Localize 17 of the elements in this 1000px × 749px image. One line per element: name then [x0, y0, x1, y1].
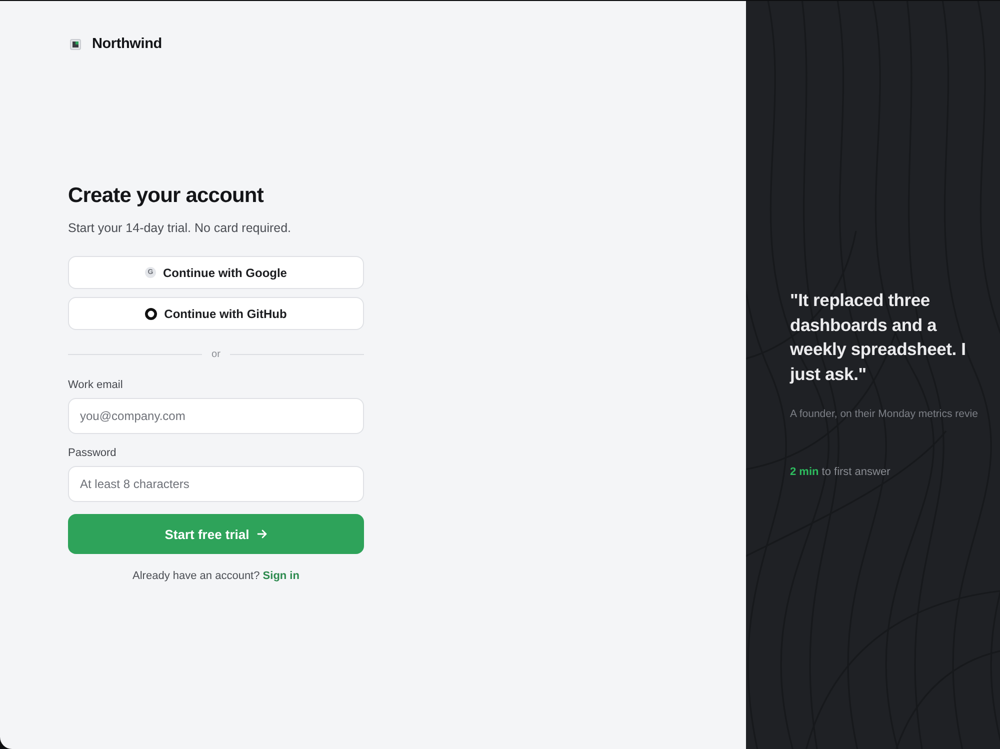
form-title: Create your account — [68, 183, 264, 209]
signin-prompt: Already have an account? Sign in — [132, 570, 300, 582]
divider-label: or — [212, 348, 220, 360]
brand-name: Northwind — [92, 36, 162, 52]
field-label: Work email — [68, 379, 123, 391]
field-label: Password — [68, 447, 116, 459]
input-field[interactable]: At least 8 characters — [68, 466, 364, 502]
input-field[interactable]: you@company.com — [68, 398, 364, 434]
sign-in-link[interactable]: Sign in — [262, 570, 300, 582]
form-subtitle: Start your 14-day trial. No card required. — [68, 221, 292, 235]
testimonial-quote: "It replaced three dashboards and a weekly spreadsheet. I just ask." — [790, 289, 967, 386]
github-button[interactable]: Continue with GitHub — [68, 297, 364, 330]
ring-icon — [145, 308, 158, 320]
quote-attribution: A founder, on their Monday metrics revie — [790, 408, 978, 420]
arrow-icon — [257, 529, 268, 539]
stat-text: 2 min to first answer — [790, 466, 890, 478]
logo-icon — [70, 38, 81, 50]
